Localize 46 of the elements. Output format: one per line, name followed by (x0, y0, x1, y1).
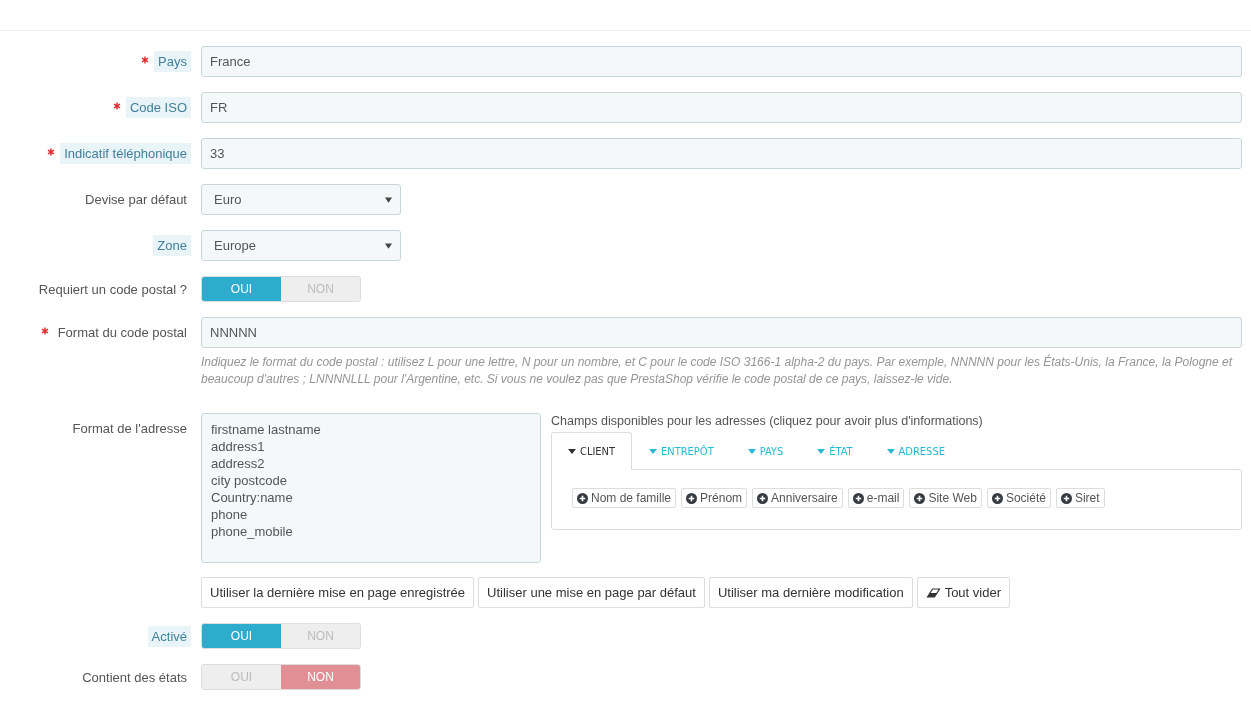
field-label: Devise par défaut (84, 191, 188, 209)
plus-circle-icon (991, 492, 1003, 504)
dropdown-caret-icon (385, 242, 392, 249)
field-chip[interactable]: Société (986, 488, 1051, 508)
field-chip[interactable]: Prénom (681, 488, 748, 508)
plus-circle-icon (686, 492, 698, 504)
help-text: Indiquez le format du code postal : utilisez L pour une lettre, N pour un nombre, et C pour le code ISO 3166-1 alpha-2 du pays. Par exemple, NNNNN pour les États-Unis, la France, la Pologne et beaucoup d'autres ; LNNNNLLL pour l'Argentine, etc. Si vous ne voulez pas que PrestaShop vérifie le code postal de ce pays, laissez-le vide. (201, 354, 1234, 388)
layout-button[interactable]: Utiliser la dernière mise en page enregistrée (201, 577, 475, 608)
field-chip[interactable]: Site Web (909, 488, 982, 508)
tab[interactable]: CLIENT (551, 432, 633, 470)
field-chip[interactable]: Anniversaire (752, 488, 843, 508)
field-label: Indicatif téléphonique (60, 143, 191, 164)
caret-icon (747, 449, 756, 454)
field-chip[interactable]: Siret (1055, 488, 1105, 508)
address-format-textarea[interactable]: firstname lastname address1 address2 city postcode Country:name phone phone_mobile (201, 413, 541, 563)
eraser-icon (925, 587, 941, 598)
field-label: Requiert un code postal ? (37, 280, 188, 299)
field-label: Code ISO (125, 97, 191, 118)
text-field[interactable]: NNNNN (201, 317, 1242, 348)
dropdown[interactable]: Europe (201, 230, 401, 261)
caret-icon (817, 449, 826, 454)
field-chip[interactable]: e-mail (847, 488, 905, 508)
dropdown[interactable]: Euro (201, 184, 401, 215)
plus-circle-icon (577, 492, 588, 504)
field-label: Format du code postal (56, 324, 188, 342)
dropdown-caret-icon (385, 196, 392, 203)
caret-icon (649, 449, 658, 454)
caret-icon (886, 449, 895, 454)
caret-icon (568, 449, 576, 454)
plus-circle-icon (914, 492, 926, 504)
plus-circle-icon (852, 492, 864, 504)
layout-button[interactable]: Tout vider (916, 577, 1010, 608)
available-fields-title: Champs disponibles pour les adresses (cliquez pour avoir plus d'informations) (551, 414, 984, 428)
field-label: Activé (147, 625, 191, 647)
text-field[interactable]: France (201, 46, 1242, 77)
field-chip[interactable]: Nom de famille (572, 488, 677, 508)
field-label: Contient des états (81, 668, 188, 687)
plus-circle-icon (757, 492, 769, 504)
layout-button[interactable]: Utiliser ma dernière modification (708, 577, 913, 608)
layout-button[interactable]: Utiliser une mise en page par défaut (478, 577, 705, 608)
field-label: Pays (154, 51, 191, 72)
field-label: Zone (153, 235, 191, 256)
field-label: Format de l'adresse (71, 420, 188, 438)
text-field[interactable]: 33 (201, 138, 1242, 169)
plus-circle-icon (1060, 492, 1072, 504)
text-field[interactable]: FR (201, 92, 1242, 123)
